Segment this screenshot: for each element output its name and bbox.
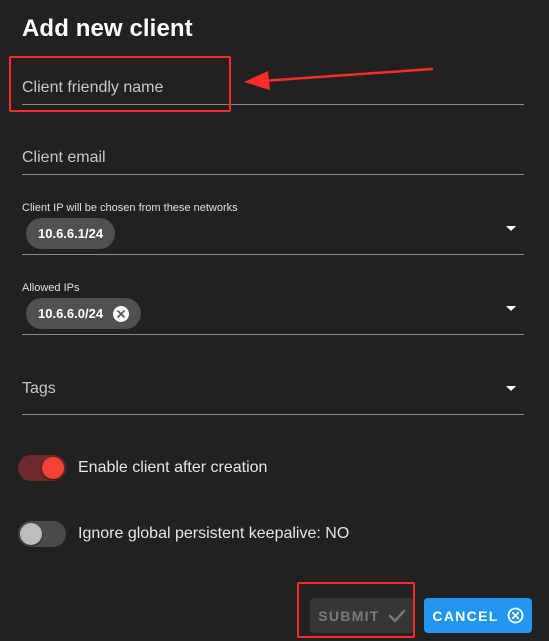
dialog-title: Add new client — [22, 15, 193, 42]
close-circle-icon[interactable] — [113, 305, 130, 322]
allowed-ips-chip-label: 10.6.6.0/24 — [38, 306, 104, 321]
allowed-ips-label: Allowed IPs — [22, 282, 80, 294]
email-field[interactable]: Client email — [22, 130, 524, 175]
allowed-ips-chip[interactable]: 10.6.6.0/24 — [26, 298, 142, 329]
cancel-button[interactable]: CANCEL — [424, 598, 532, 633]
caret-down-icon[interactable] — [506, 226, 516, 231]
client-ip-label: Client IP will be chosen from these netw… — [22, 202, 238, 214]
client-ip-chip-label: 10.6.6.1/24 — [38, 226, 104, 241]
allowed-ips-select[interactable]: Allowed IPs 10.6.6.0/24 — [22, 278, 524, 335]
caret-down-icon[interactable] — [506, 306, 516, 311]
client-ip-chip[interactable]: 10.6.6.1/24 — [26, 218, 116, 249]
annotation-box-friendly-name — [9, 56, 231, 112]
keepalive-toggle[interactable] — [18, 521, 66, 547]
email-placeholder: Client email — [22, 149, 106, 166]
annotation-arrow — [244, 67, 434, 90]
enable-client-toggle[interactable] — [18, 455, 66, 481]
caret-down-icon[interactable] — [506, 386, 516, 391]
enable-client-label: Enable client after creation — [78, 459, 268, 476]
tags-placeholder: Tags — [22, 380, 56, 397]
cancel-label: CANCEL — [432, 607, 499, 624]
keepalive-label: Ignore global persistent keepalive: NO — [78, 525, 350, 542]
close-circle-icon — [507, 607, 524, 624]
client-ip-select[interactable]: Client IP will be chosen from these netw… — [22, 198, 524, 255]
toggle-thumb — [42, 457, 64, 479]
enable-client-toggle-row: Enable client after creation — [18, 455, 267, 481]
annotation-box-submit — [297, 582, 415, 638]
keepalive-toggle-row: Ignore global persistent keepalive: NO — [18, 521, 349, 547]
tags-select[interactable]: Tags — [22, 364, 524, 415]
add-client-dialog: Add new client Client friendly name Clie… — [0, 0, 549, 641]
toggle-thumb — [20, 523, 42, 545]
